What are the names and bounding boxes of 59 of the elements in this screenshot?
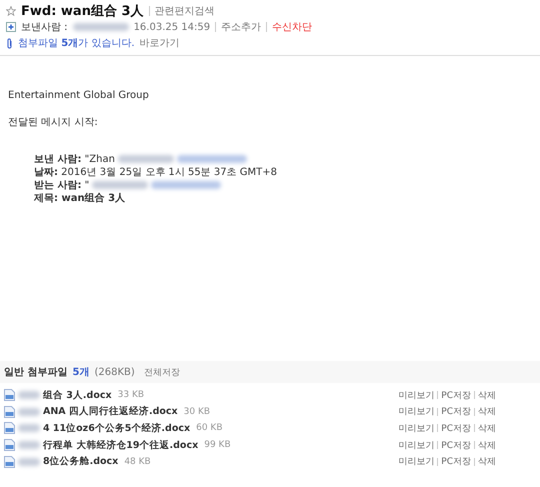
expand-icon[interactable] bbox=[6, 22, 16, 32]
forwarded-header-line: 받는 사람: " bbox=[34, 179, 90, 192]
file-action-link[interactable]: PC저장 bbox=[441, 405, 471, 418]
file-name[interactable]: 8位公务舱.docx bbox=[43, 455, 118, 468]
file-size: 33 KB bbox=[118, 390, 144, 400]
file-action-link[interactable]: 삭제 bbox=[478, 438, 496, 452]
forwarded-header-line: 보낸 사람: "Zhan bbox=[34, 153, 115, 166]
file-action-link[interactable]: 미리보기 bbox=[398, 405, 434, 418]
file-action-link[interactable]: 삭제 bbox=[478, 455, 496, 468]
file-action-link[interactable]: 삭제 bbox=[478, 405, 496, 418]
file-action-link[interactable]: PC저장 bbox=[441, 388, 471, 402]
redacted-email bbox=[151, 181, 222, 189]
redacted-filename bbox=[18, 441, 40, 450]
file-action-link[interactable]: 삭제 bbox=[478, 388, 496, 402]
attachments-title: 일반 첨부파일 bbox=[4, 366, 68, 379]
add-address-link[interactable]: 주소추가 bbox=[221, 20, 262, 34]
file-action-link[interactable]: PC저장 bbox=[441, 422, 471, 435]
redacted-filename bbox=[18, 424, 40, 432]
file-size: 60 KB bbox=[196, 423, 222, 434]
document-icon bbox=[4, 439, 15, 452]
sent-date: 16.03.25 14:59 bbox=[134, 22, 210, 32]
document-icon bbox=[4, 389, 15, 402]
email-subject: Fwd: wan组合 3人 bbox=[21, 3, 144, 20]
attachment-notice: 첨부파일 5개가 있습니다. bbox=[18, 37, 135, 50]
sender-label: 보낸사람 : bbox=[21, 21, 68, 34]
file-action-link[interactable]: 삭제 bbox=[478, 422, 496, 435]
file-action-link[interactable]: PC저장 bbox=[441, 438, 471, 452]
block-sender-link[interactable]: 수신차단 bbox=[272, 20, 312, 34]
file-size: 99 KB bbox=[204, 440, 231, 450]
message-line: 전달된 메시지 시작: bbox=[8, 116, 99, 129]
file-action-link[interactable]: 미리보기 bbox=[398, 388, 434, 402]
file-size: 30 KB bbox=[184, 406, 210, 417]
redacted-filename bbox=[18, 458, 40, 466]
document-icon bbox=[4, 422, 15, 434]
redacted-sender bbox=[72, 23, 129, 31]
file-action-link[interactable]: 미리보기 bbox=[398, 438, 434, 452]
save-all-link[interactable]: 전체저장 bbox=[144, 366, 180, 378]
document-icon bbox=[4, 406, 15, 418]
file-action-link[interactable]: 미리보기 bbox=[398, 455, 434, 468]
redacted-filename bbox=[18, 391, 40, 400]
file-name[interactable]: 4 11位oz6个公务5个经济.docx bbox=[43, 422, 190, 435]
file-action-link[interactable]: PC저장 bbox=[441, 455, 471, 468]
go-to-attachments-link[interactable]: 바로가기 bbox=[140, 36, 180, 50]
message-line: Entertainment Global Group bbox=[8, 90, 150, 101]
file-size: 48 KB bbox=[124, 456, 151, 467]
document-icon bbox=[4, 456, 15, 468]
star-icon[interactable] bbox=[6, 6, 16, 16]
attachment-count: 5개 bbox=[72, 366, 90, 379]
redacted-filename bbox=[18, 408, 40, 416]
file-action-link[interactable]: 미리보기 bbox=[398, 422, 434, 435]
redacted-email bbox=[176, 155, 247, 163]
paperclip-icon bbox=[6, 38, 13, 48]
attachment-total-size: (268KB) bbox=[94, 366, 135, 378]
forwarded-header-line: 날짜: 2016년 3월 25일 오후 1시 55분 37초 GMT+8 bbox=[34, 166, 278, 179]
related-mail-link[interactable]: 관련편지검색 bbox=[154, 4, 215, 18]
forwarded-header-line: 제목: wan组合 3人 bbox=[34, 192, 126, 205]
file-name[interactable]: 行程单 大韩经济仓19个往返.docx bbox=[43, 438, 198, 452]
file-name[interactable]: 组合 3人.docx bbox=[43, 388, 112, 402]
file-name[interactable]: ANA 四人同行往返经济.docx bbox=[43, 405, 178, 418]
